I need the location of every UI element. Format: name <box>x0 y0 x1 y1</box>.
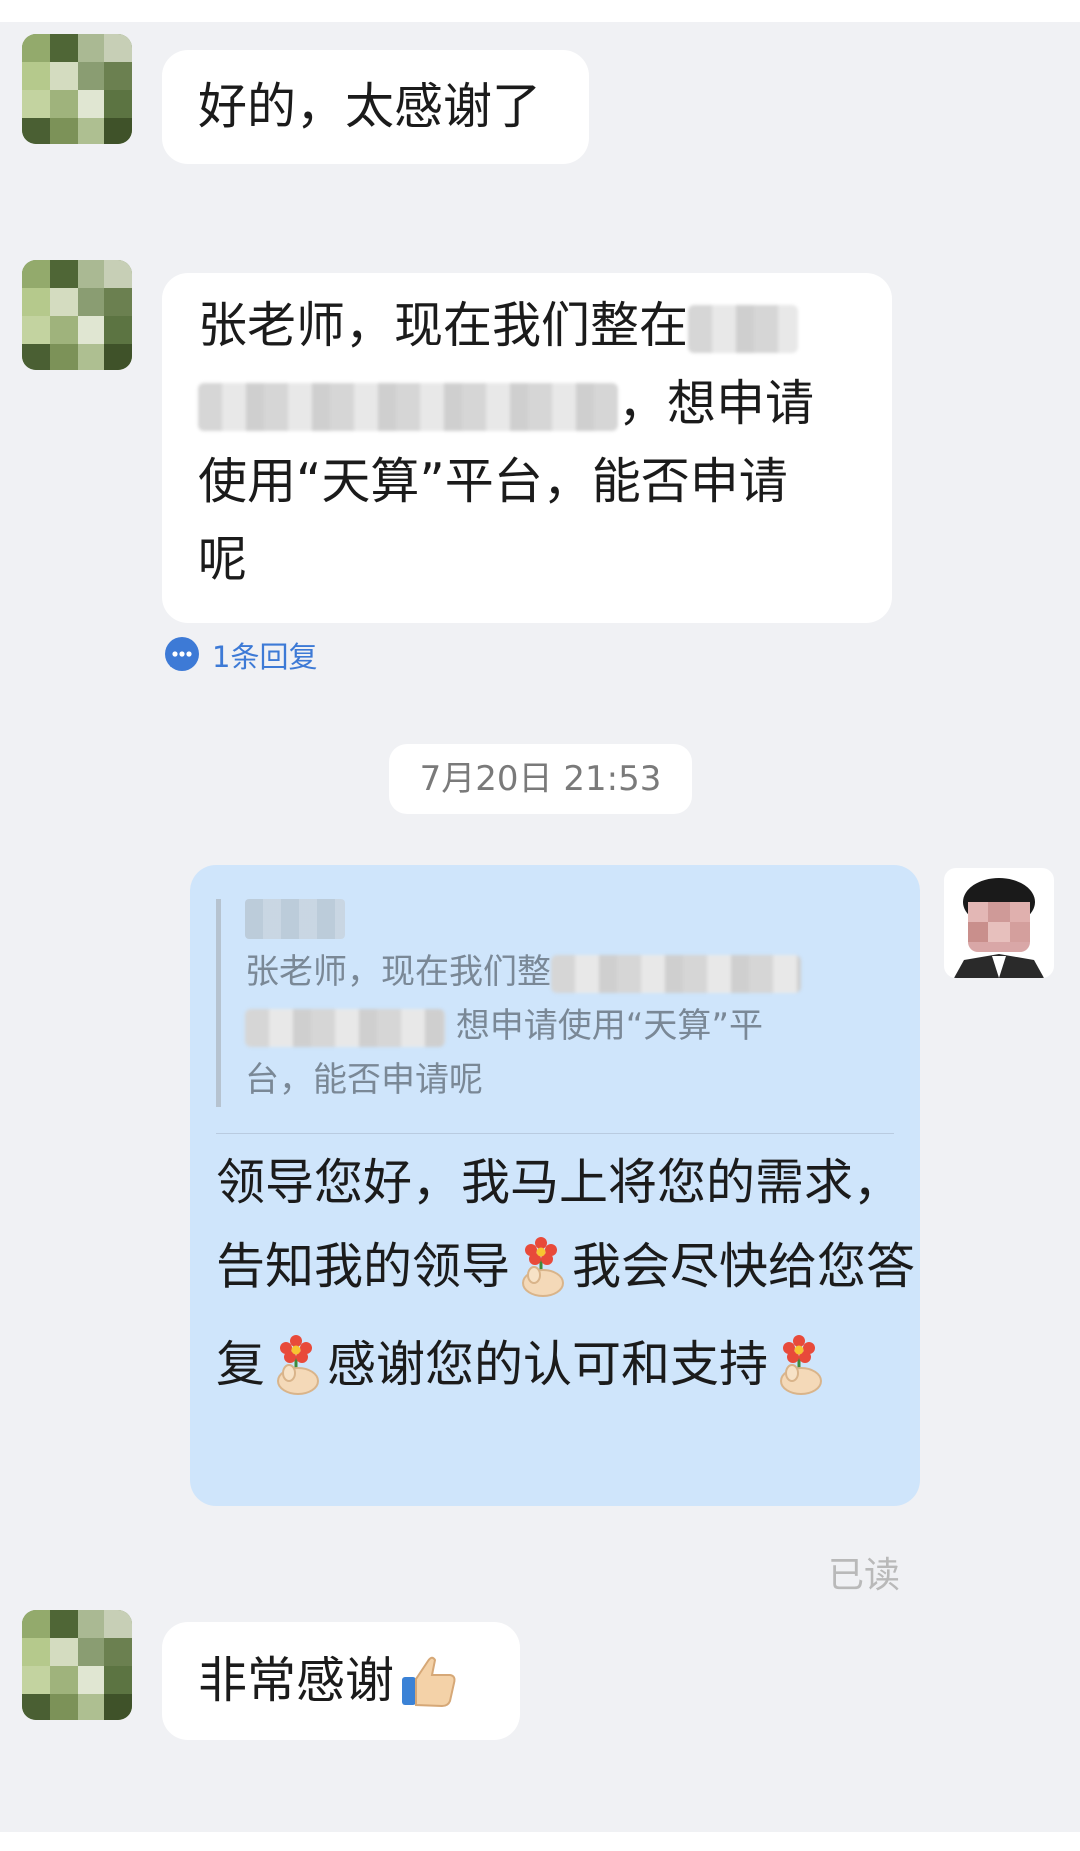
message-text-line: 使用“天算”平台，能否申请 <box>198 453 788 510</box>
message-bubble[interactable]: 非常感谢 <box>162 1622 520 1740</box>
quoted-sender-redacted <box>245 899 345 939</box>
quote-divider <box>216 1133 894 1134</box>
contact-avatar[interactable] <box>22 1610 132 1720</box>
redacted-mosaic <box>688 304 799 353</box>
chat-area[interactable]: 好的，太感谢了 张老师，现在我们整在 ，想申请 使用“天算”平台，能否申请 呢 <box>0 22 1080 1832</box>
message-text-line: ，想申请 <box>618 375 815 432</box>
quoted-message[interactable]: 张老师，现在我们整 想申请使用“天算”平 台，能否申请呢 <box>216 899 876 1107</box>
self-avatar[interactable] <box>944 868 1054 978</box>
read-status: 已读 <box>828 1555 901 1596</box>
thumbs-up-emoji <box>398 1650 458 1740</box>
quote-text-line: 想申请使用“天算”平 <box>455 1006 764 1046</box>
timestamp: 7月20日 21:53 <box>389 744 692 814</box>
contact-avatar[interactable] <box>22 34 132 144</box>
quote-text-line: 张老师，现在我们整 <box>245 952 551 992</box>
message-text-line: 张老师，现在我们整在 <box>198 297 689 354</box>
self-message-bubble[interactable]: 张老师，现在我们整 想申请使用“天算”平 台，能否申请呢 领导您好，我马上将您的… <box>190 865 920 1506</box>
reply-count-link[interactable]: 1条回复 <box>162 634 317 676</box>
flower-hand-emoji <box>772 1331 826 1421</box>
flower-hand-emoji <box>514 1233 568 1323</box>
redacted-mosaic <box>245 1008 445 1047</box>
message-bubble[interactable]: 张老师，现在我们整在 ，想申请 使用“天算”平台，能否申请 呢 <box>162 273 892 623</box>
reply-count-label: 1条回复 <box>212 640 318 674</box>
contact-avatar[interactable] <box>22 260 132 370</box>
message-text-line: 呢 <box>198 531 248 588</box>
redacted-mosaic <box>551 954 801 993</box>
message-text: 非常感谢 <box>198 1652 395 1709</box>
redacted-mosaic <box>198 382 618 431</box>
quote-text-line: 台，能否申请呢 <box>245 1060 483 1100</box>
reply-text-part: 感谢您的认可和支持 <box>327 1336 769 1393</box>
message-bubble[interactable]: 好的，太感谢了 <box>162 50 589 164</box>
chat-bubble-icon <box>165 637 199 671</box>
reply-text: 领导您好，我马上将您的需求，告知我的领导 我会尽快给您答复 感谢您的认可和支持 <box>216 1141 916 1421</box>
message-text: 好的，太感谢了 <box>198 78 542 135</box>
flower-hand-emoji <box>269 1331 323 1421</box>
